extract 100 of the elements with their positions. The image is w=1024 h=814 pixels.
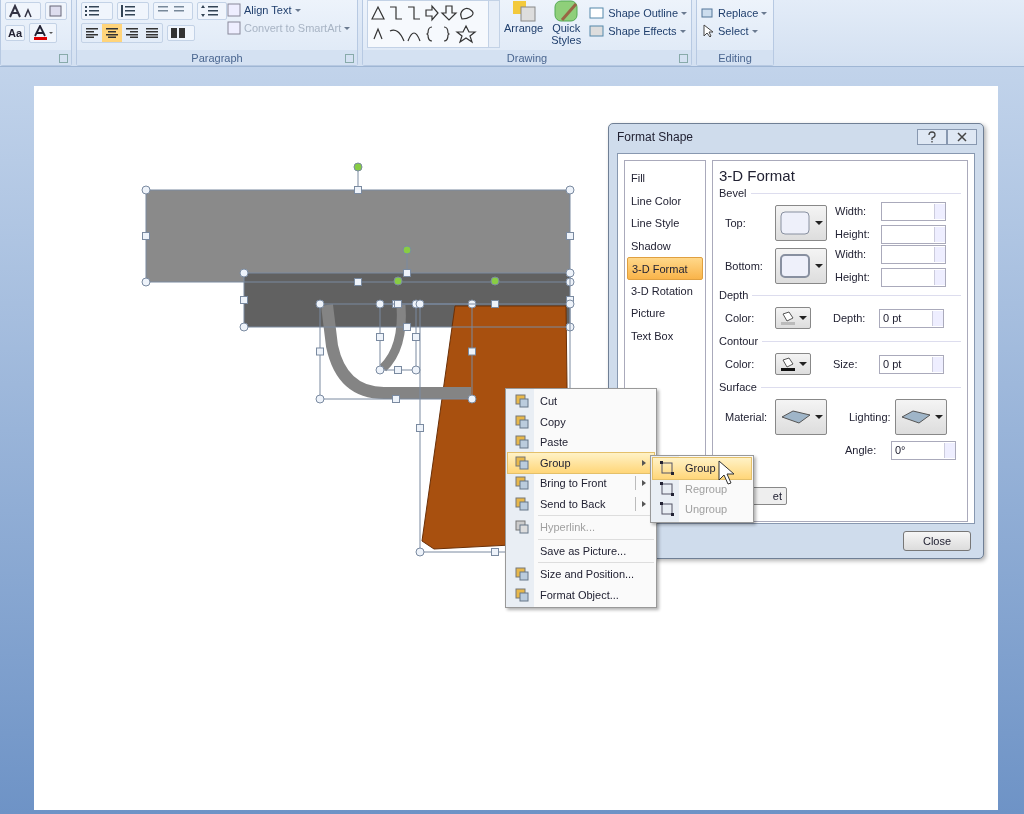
bevel-picker[interactable] bbox=[775, 247, 827, 284]
color-picker[interactable] bbox=[775, 353, 811, 375]
line-spacing-icon[interactable] bbox=[197, 2, 227, 20]
align-icon bbox=[126, 28, 138, 38]
bring-forward-icon bbox=[514, 475, 530, 492]
send-backward-icon bbox=[514, 495, 530, 512]
columns-icon[interactable] bbox=[167, 25, 195, 41]
field-label: Height: bbox=[835, 271, 871, 283]
category-item[interactable]: Line Color bbox=[625, 189, 705, 212]
selection-frame[interactable] bbox=[315, 299, 477, 404]
caret-icon bbox=[294, 8, 301, 12]
menu-item[interactable]: Size and Position... bbox=[508, 564, 654, 585]
spin-field[interactable] bbox=[881, 201, 946, 221]
selection-frame[interactable] bbox=[375, 299, 421, 375]
menu-item[interactable]: Paste bbox=[508, 432, 654, 453]
section-title: Depth bbox=[719, 289, 749, 301]
color-picker[interactable] bbox=[775, 307, 811, 329]
text-box-icon bbox=[227, 3, 241, 17]
help-icon[interactable] bbox=[917, 129, 947, 145]
paint-bucket-icon bbox=[779, 357, 796, 371]
lighting-picker[interactable] bbox=[895, 399, 947, 435]
resize-handle[interactable] bbox=[415, 547, 425, 557]
font-color-icon[interactable] bbox=[29, 23, 58, 43]
field-label: Width: bbox=[835, 205, 868, 217]
resize-handle[interactable] bbox=[491, 548, 499, 556]
category-item[interactable]: Picture bbox=[625, 302, 705, 325]
group-title: Paragraph bbox=[191, 51, 243, 64]
trigger-shape[interactable] bbox=[379, 304, 406, 372]
resize-handle[interactable] bbox=[565, 299, 575, 309]
spin-field[interactable] bbox=[881, 267, 946, 287]
group-icon bbox=[514, 454, 530, 471]
panel-heading: 3-D Format bbox=[719, 167, 796, 184]
resize-handle[interactable] bbox=[416, 424, 424, 432]
spin-field[interactable] bbox=[881, 224, 946, 244]
field-label: Depth: bbox=[833, 312, 867, 324]
menu-item[interactable]: Bring to Front bbox=[508, 473, 654, 494]
selection-frame[interactable] bbox=[141, 162, 575, 287]
resize-handle[interactable] bbox=[415, 299, 425, 309]
numbering-icon[interactable] bbox=[117, 2, 149, 20]
align-icon bbox=[146, 28, 158, 38]
spin-field[interactable]: 0° bbox=[891, 440, 956, 460]
ribbon-command[interactable]: Replace bbox=[718, 7, 759, 19]
bullets-icon[interactable] bbox=[81, 2, 113, 20]
field-label: Color: bbox=[725, 358, 756, 370]
caret-icon bbox=[679, 29, 686, 33]
close-icon[interactable] bbox=[947, 129, 977, 145]
spin-field[interactable]: 0 pt bbox=[879, 354, 944, 374]
field-label: Height: bbox=[835, 228, 871, 240]
field-label: Lighting: bbox=[849, 411, 892, 423]
shape-effects-icon bbox=[589, 24, 606, 38]
change-case-button[interactable]: Aa bbox=[5, 25, 26, 41]
caret-icon bbox=[681, 11, 687, 15]
grow-font-icon[interactable] bbox=[5, 2, 41, 20]
pointer-icon bbox=[701, 24, 715, 38]
shapes-gallery[interactable] bbox=[367, 0, 500, 48]
quick-styles-button[interactable]: Quick Styles bbox=[547, 0, 586, 50]
menu-item[interactable]: Group bbox=[653, 458, 751, 479]
material-picker[interactable] bbox=[775, 399, 827, 435]
dialog-title: Format Shape bbox=[617, 130, 694, 144]
category-item[interactable]: Shadow bbox=[625, 234, 705, 257]
bevel-icon bbox=[779, 208, 813, 237]
caret-icon bbox=[344, 26, 351, 30]
menu-item[interactable]: Cut bbox=[508, 391, 654, 412]
close-button[interactable]: Close bbox=[903, 531, 971, 551]
trigger-guard-shape[interactable] bbox=[321, 304, 471, 399]
arrange-button[interactable]: Arrange bbox=[504, 0, 544, 50]
menu-item[interactable]: Group bbox=[508, 452, 654, 473]
section-title: Surface bbox=[719, 381, 757, 393]
field-label: Color: bbox=[725, 312, 756, 324]
group-title: Editing bbox=[718, 51, 752, 64]
category-item[interactable]: Text Box bbox=[625, 324, 705, 347]
field-label: Width: bbox=[835, 248, 868, 260]
menu-item[interactable]: Send to Back bbox=[508, 493, 654, 514]
spin-field[interactable] bbox=[881, 244, 946, 264]
caret-icon bbox=[751, 29, 758, 33]
ribbon-command[interactable]: Shape Effects bbox=[608, 25, 677, 37]
field-label: Size: bbox=[833, 358, 859, 370]
caret-icon bbox=[761, 11, 768, 15]
field-label: Material: bbox=[725, 411, 769, 423]
ribbon-command[interactable]: Align Text bbox=[244, 4, 292, 16]
submenu-arrow-icon bbox=[642, 480, 646, 487]
category-item[interactable]: 3-D Format bbox=[627, 257, 703, 280]
regroup-icon bbox=[659, 480, 675, 497]
align-button[interactable] bbox=[102, 24, 122, 42]
category-item[interactable]: Line Style bbox=[625, 212, 705, 235]
resize-handle[interactable] bbox=[491, 300, 499, 308]
bevel-icon bbox=[779, 251, 813, 280]
category-item[interactable]: Fill bbox=[625, 167, 705, 190]
ribbon-command[interactable]: Select bbox=[718, 25, 749, 37]
field-label: Bottom: bbox=[725, 259, 764, 272]
menu-item[interactable]: Save as Picture... bbox=[508, 540, 654, 561]
menu-item[interactable]: Copy bbox=[508, 411, 654, 432]
selection-frame[interactable] bbox=[239, 245, 575, 332]
menu-item[interactable]: Format Object... bbox=[508, 584, 654, 605]
mouse-pointer-icon bbox=[718, 460, 736, 486]
spin-field[interactable]: 0 pt bbox=[879, 308, 944, 328]
bevel-picker[interactable] bbox=[775, 204, 827, 241]
ribbon-command[interactable]: Shape Outline bbox=[608, 7, 678, 19]
paintbrush-icon bbox=[553, 0, 580, 22]
category-item[interactable]: 3-D Rotation bbox=[625, 279, 705, 302]
